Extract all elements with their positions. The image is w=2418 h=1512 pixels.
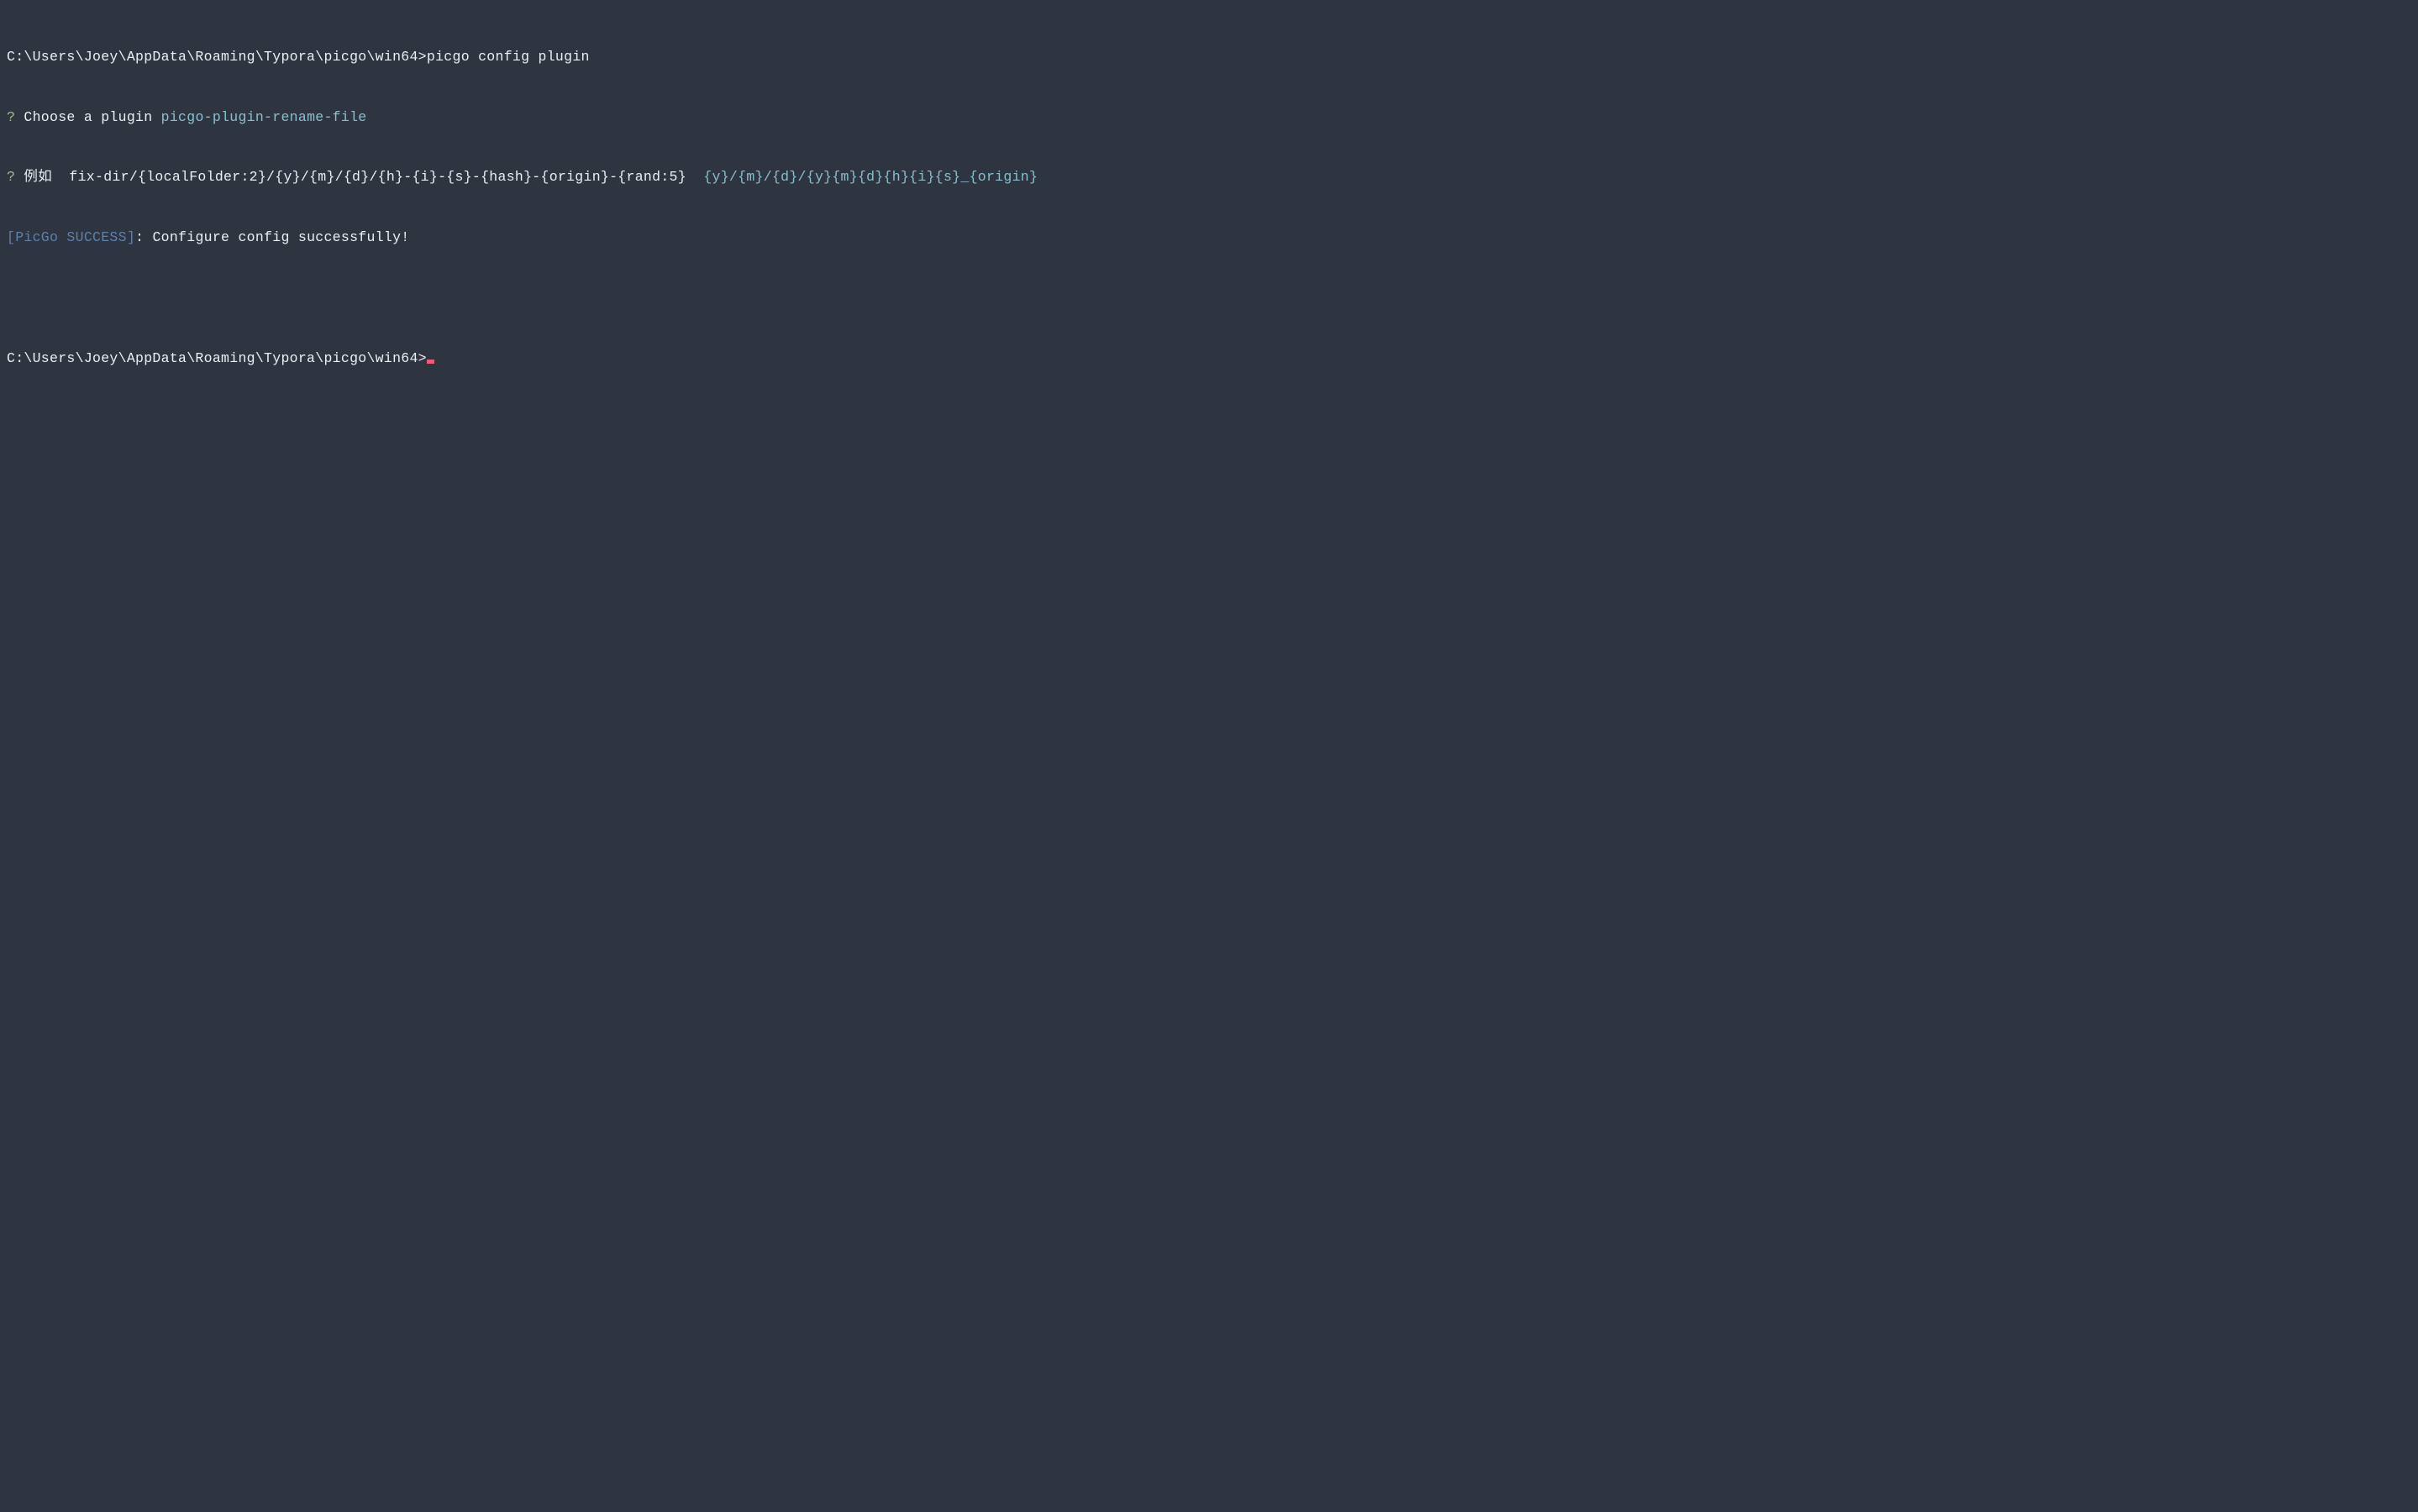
- command-line-1: C:\Users\Joey\AppData\Roaming\Typora\pic…: [7, 47, 2411, 67]
- example-label: 例如 fix-dir/{localFolder:2}/{y}/{m}/{d}/{…: [15, 169, 695, 185]
- command-line-2: C:\Users\Joey\AppData\Roaming\Typora\pic…: [7, 349, 2411, 369]
- blank-line: [7, 288, 2411, 308]
- prompt-path: C:\Users\Joey\AppData\Roaming\Typora\pic…: [7, 49, 427, 65]
- prompt-line-choose-plugin: ? Choose a plugin picgo-plugin-rename-fi…: [7, 108, 2411, 128]
- command-text: picgo config plugin: [427, 49, 590, 65]
- question-mark-icon: ?: [7, 169, 15, 185]
- status-badge: [PicGo SUCCESS]: [7, 229, 135, 245]
- prompt-label: Choose a plugin: [15, 109, 160, 125]
- colon: :: [135, 229, 152, 245]
- prompt-path: C:\Users\Joey\AppData\Roaming\Typora\pic…: [7, 350, 427, 366]
- prompt-line-example: ? 例如 fix-dir/{localFolder:2}/{y}/{m}/{d}…: [7, 167, 2411, 187]
- pattern-answer: {y}/{m}/{d}/{y}{m}{d}{h}{i}{s}_{origin}: [695, 169, 1038, 185]
- cursor-icon: [427, 360, 434, 364]
- question-mark-icon: ?: [7, 109, 15, 125]
- terminal-output[interactable]: C:\Users\Joey\AppData\Roaming\Typora\pic…: [7, 7, 2411, 389]
- success-message: Configure config successfully!: [152, 229, 409, 245]
- success-line: [PicGo SUCCESS]: Configure config succes…: [7, 228, 2411, 248]
- plugin-answer: picgo-plugin-rename-file: [161, 109, 367, 125]
